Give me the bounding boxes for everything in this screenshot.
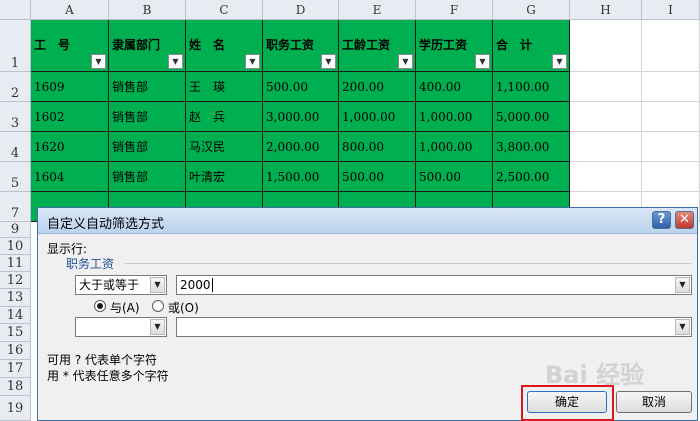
help-icon[interactable]: ?: [652, 211, 671, 229]
column-header-e[interactable]: E: [339, 0, 416, 20]
table-cell[interactable]: 2,500.00: [493, 162, 570, 192]
table-cell[interactable]: 800.00: [339, 132, 416, 162]
chevron-down-icon[interactable]: ▼: [675, 277, 690, 293]
value2-input[interactable]: ▼: [176, 317, 692, 337]
empty-cell[interactable]: [570, 72, 642, 102]
dialog-title: 自定义自动筛选方式: [47, 217, 165, 232]
table-cell[interactable]: 1620: [31, 132, 109, 162]
group-divider: [125, 263, 691, 264]
table-cell[interactable]: 1602: [31, 102, 109, 132]
chevron-down-icon[interactable]: ▼: [675, 319, 690, 335]
dialog-titlebar[interactable]: 自定义自动筛选方式 ? ✕: [38, 208, 697, 234]
table-cell[interactable]: 200.00: [339, 72, 416, 102]
operator2-select[interactable]: ▼: [75, 317, 167, 337]
table-cell[interactable]: 1,000.00: [339, 102, 416, 132]
column-header-f[interactable]: F: [416, 0, 493, 20]
table-cell[interactable]: 400.00: [416, 72, 493, 102]
empty-cell[interactable]: [570, 20, 642, 72]
table-cell[interactable]: 销售部: [109, 162, 186, 192]
row-header-7[interactable]: 7: [0, 192, 31, 222]
column-header-b[interactable]: B: [109, 0, 186, 20]
filter-dropdown-icon[interactable]: ▼: [245, 54, 260, 69]
table-cell[interactable]: 3,000.00: [263, 102, 339, 132]
cancel-button[interactable]: 取消: [616, 391, 692, 413]
row-header-17[interactable]: 17: [0, 360, 31, 378]
filter-dropdown-icon[interactable]: ▼: [552, 54, 567, 69]
row-header-13[interactable]: 13: [0, 289, 31, 307]
column-header-a[interactable]: A: [31, 0, 109, 20]
table-cell[interactable]: 3,800.00: [493, 132, 570, 162]
chevron-down-icon[interactable]: ▼: [150, 277, 165, 293]
row-header-5[interactable]: 5: [0, 162, 31, 192]
value1-input[interactable]: 2000 ▼: [176, 275, 692, 295]
table-cell[interactable]: 1,000.00: [416, 102, 493, 132]
table-cell[interactable]: 王 瑛: [186, 72, 263, 102]
empty-cell[interactable]: [570, 132, 642, 162]
close-icon[interactable]: ✕: [675, 211, 694, 229]
row-header-1[interactable]: 1: [0, 20, 31, 72]
empty-cell[interactable]: [642, 162, 700, 192]
row-header-2[interactable]: 2: [0, 72, 31, 102]
select-all-corner[interactable]: [0, 0, 31, 20]
column-header-c[interactable]: C: [186, 0, 263, 20]
table-cell[interactable]: 销售部: [109, 72, 186, 102]
row-header-16[interactable]: 16: [0, 342, 31, 360]
table-cell[interactable]: 1604: [31, 162, 109, 192]
row-header-19[interactable]: 19: [0, 396, 31, 421]
table-cell[interactable]: 500.00: [339, 162, 416, 192]
value1-text: 2000: [180, 278, 211, 292]
row-header-9[interactable]: 9: [0, 222, 31, 238]
row-header-14[interactable]: 14: [0, 307, 31, 324]
column-header-d[interactable]: D: [263, 0, 339, 20]
column-header-h[interactable]: H: [570, 0, 642, 20]
row-header-15[interactable]: 15: [0, 324, 31, 342]
table-cell[interactable]: 1,000.00: [416, 132, 493, 162]
filter-dropdown-icon[interactable]: ▼: [475, 54, 490, 69]
table-cell[interactable]: 1609: [31, 72, 109, 102]
empty-cell[interactable]: [642, 20, 700, 72]
operator1-select[interactable]: 大于或等于 ▼: [75, 275, 167, 295]
row-header-12[interactable]: 12: [0, 272, 31, 289]
filter-dropdown-icon[interactable]: ▼: [168, 54, 183, 69]
row-header-11[interactable]: 11: [0, 255, 31, 272]
filter-active-icon[interactable]: ▼: [91, 54, 106, 69]
table-cell[interactable]: 1,500.00: [263, 162, 339, 192]
column-header-g[interactable]: G: [493, 0, 570, 20]
empty-cell[interactable]: [642, 102, 700, 132]
table-cell[interactable]: 500.00: [263, 72, 339, 102]
filter-dropdown-icon[interactable]: ▼: [398, 54, 413, 69]
table-cell[interactable]: 马汉民: [186, 132, 263, 162]
field-name-label: 职务工资: [66, 255, 119, 272]
empty-cell[interactable]: [570, 162, 642, 192]
column-header-i[interactable]: I: [642, 0, 700, 20]
table-cell[interactable]: 2,000.00: [263, 132, 339, 162]
table-cell[interactable]: 销售部: [109, 132, 186, 162]
empty-cell[interactable]: [570, 102, 642, 132]
wildcard-hint-single: 可用 ? 代表单个字符: [47, 353, 157, 367]
empty-cell[interactable]: [642, 132, 700, 162]
or-radio-label[interactable]: 或(O): [168, 299, 199, 316]
empty-cell[interactable]: [642, 72, 700, 102]
table-cell[interactable]: 赵 兵: [186, 102, 263, 132]
highlight-box: [521, 385, 614, 421]
baidu-watermark: Bai 经验: [545, 361, 645, 389]
row-header-4[interactable]: 4: [0, 132, 31, 162]
or-radio[interactable]: [152, 300, 164, 312]
and-radio-label[interactable]: 与(A): [110, 299, 140, 316]
table-cell[interactable]: 叶清宏: [186, 162, 263, 192]
table-cell[interactable]: 1,100.00: [493, 72, 570, 102]
operator1-value: 大于或等于: [79, 278, 140, 292]
row-header-3[interactable]: 3: [0, 102, 31, 132]
filter-dropdown-icon[interactable]: ▼: [321, 54, 336, 69]
wildcard-hint-multi: 用 * 代表任意多个字符: [47, 369, 169, 383]
table-cell[interactable]: 销售部: [109, 102, 186, 132]
row-header-18[interactable]: 18: [0, 378, 31, 396]
and-radio[interactable]: [94, 300, 106, 312]
row-header-10[interactable]: 10: [0, 238, 31, 255]
table-cell[interactable]: 500.00: [416, 162, 493, 192]
table-cell[interactable]: 5,000.00: [493, 102, 570, 132]
chevron-down-icon[interactable]: ▼: [150, 319, 165, 335]
